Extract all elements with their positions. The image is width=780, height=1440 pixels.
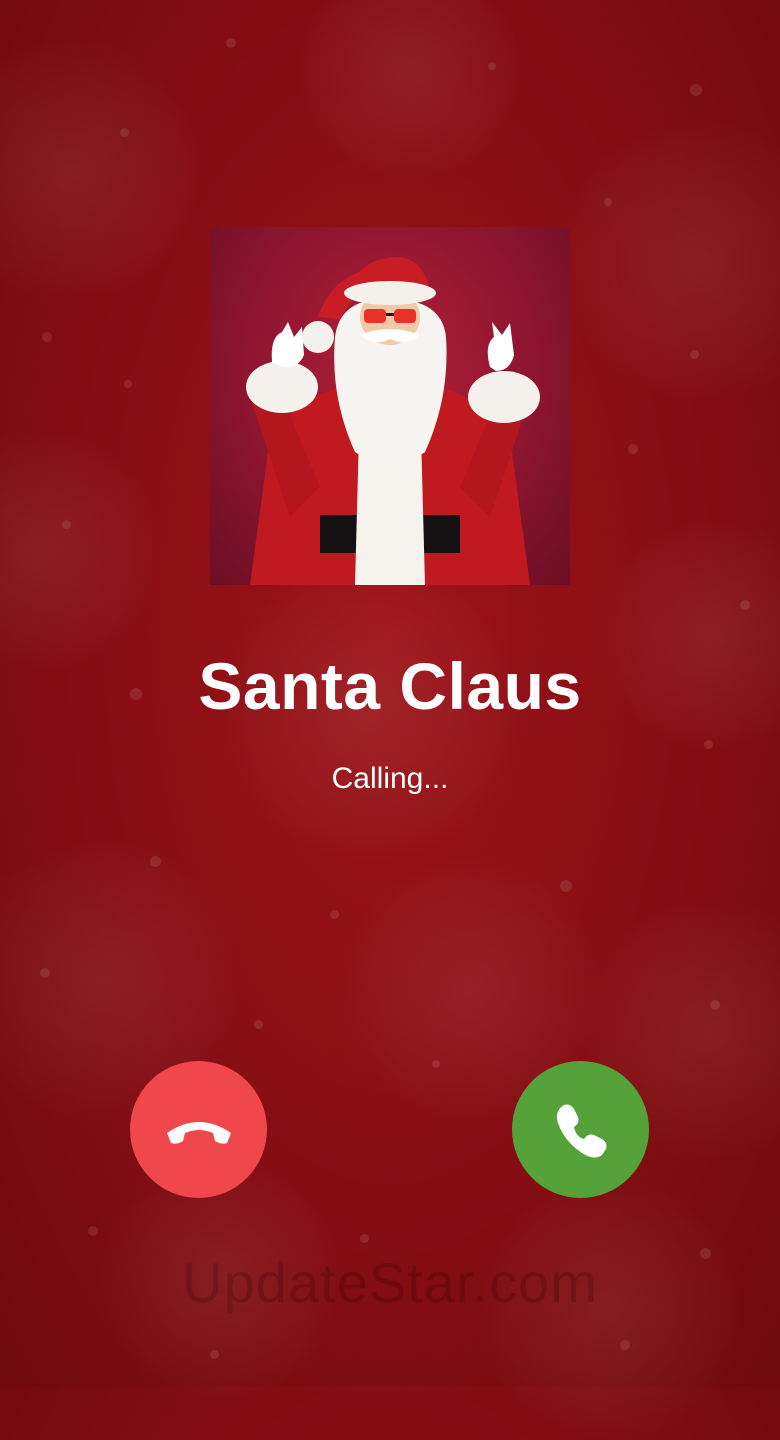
phone-hangup-icon — [166, 1121, 231, 1144]
accept-call-button[interactable] — [512, 1061, 649, 1198]
decline-call-button[interactable] — [130, 1061, 267, 1198]
call-status: Calling... — [331, 762, 449, 795]
caller-name: Santa Claus — [198, 649, 582, 723]
caller-photo — [210, 227, 570, 585]
santa-portrait-icon — [246, 257, 540, 585]
watermark-text: UpdateStar.com — [182, 1251, 598, 1314]
phone-answer-icon — [556, 1104, 606, 1158]
